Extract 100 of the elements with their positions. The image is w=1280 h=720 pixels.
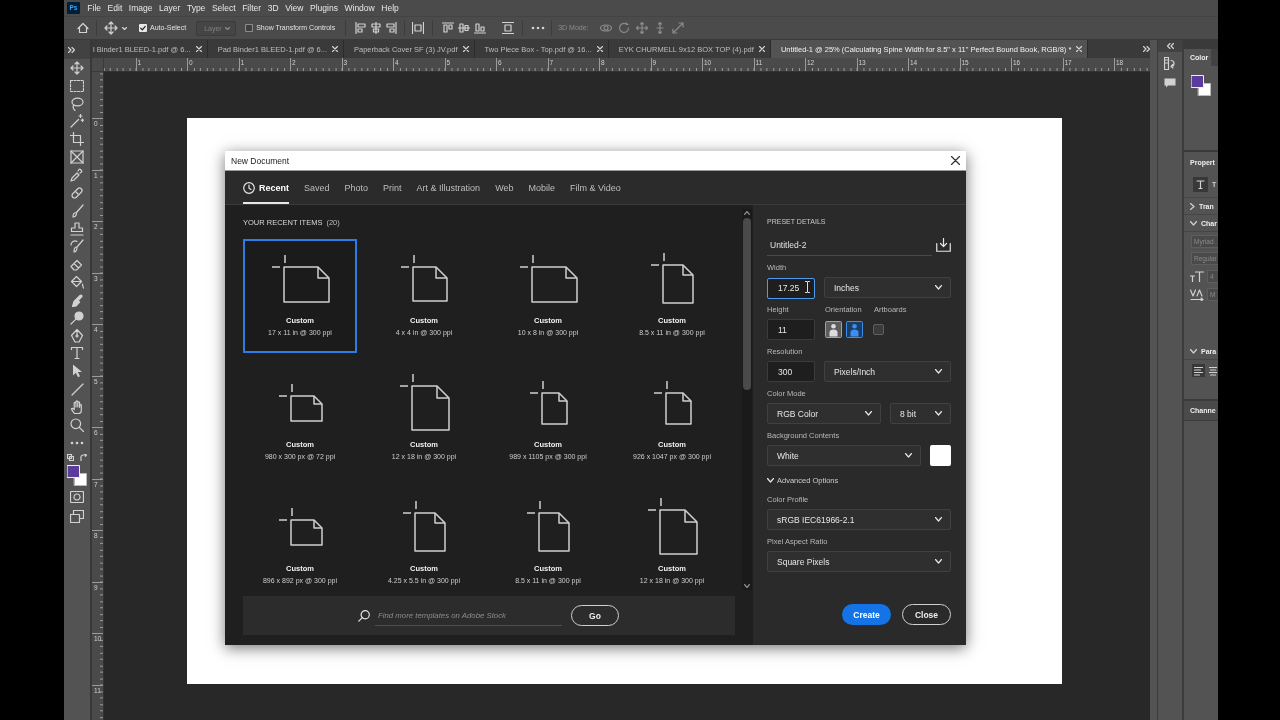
menu-item[interactable]: Edit bbox=[104, 1, 126, 15]
more-icon[interactable] bbox=[531, 26, 546, 30]
align-top-icon[interactable] bbox=[442, 22, 455, 34]
document-icon bbox=[518, 253, 578, 303]
magic-wand-icon[interactable] bbox=[70, 114, 84, 129]
bandage-icon[interactable] bbox=[70, 185, 84, 200]
bit-depth-dropdown[interactable]: 8 bit bbox=[890, 403, 951, 424]
distribute-icon[interactable] bbox=[502, 22, 515, 34]
stamp-icon[interactable] bbox=[70, 221, 84, 236]
screen-mode-icon[interactable] bbox=[70, 509, 84, 523]
background-dropdown[interactable]: White bbox=[767, 445, 921, 466]
chevron-up-icon[interactable] bbox=[744, 211, 750, 215]
chevron-down-icon bbox=[935, 285, 942, 290]
menu-item[interactable]: Type bbox=[183, 1, 209, 15]
paint-bucket-icon[interactable] bbox=[70, 275, 84, 290]
color-swatches-icon[interactable] bbox=[1191, 75, 1211, 96]
menu-item[interactable]: Layer bbox=[155, 1, 184, 15]
category-tab[interactable]: Mobile bbox=[528, 171, 555, 204]
name-field[interactable]: Untitled-2 bbox=[767, 234, 932, 256]
move-icon[interactable] bbox=[104, 21, 118, 35]
category-tab[interactable]: Art & Illustration bbox=[416, 171, 481, 204]
clock-icon bbox=[243, 181, 255, 194]
category-tab[interactable]: Film & Video bbox=[570, 171, 621, 204]
zoom-icon[interactable] bbox=[70, 417, 84, 432]
brush-icon[interactable] bbox=[70, 203, 84, 218]
orbit-icon[interactable] bbox=[599, 22, 612, 34]
menu-item[interactable]: Image bbox=[125, 1, 156, 15]
quick-mask-icon[interactable] bbox=[70, 491, 84, 504]
checkbox[interactable] bbox=[245, 24, 254, 32]
move-icon[interactable] bbox=[70, 60, 84, 75]
default-colors-icon[interactable] bbox=[67, 454, 74, 462]
menu-item[interactable]: Select bbox=[208, 1, 239, 15]
align-bottom-icon[interactable] bbox=[474, 22, 487, 34]
frame-icon[interactable] bbox=[70, 150, 84, 165]
pen-icon[interactable] bbox=[70, 328, 84, 343]
dialog-button[interactable]: Create bbox=[842, 604, 891, 625]
crop-icon[interactable] bbox=[70, 132, 84, 147]
color-mode-dropdown[interactable]: RGB Color bbox=[767, 403, 881, 424]
align-right-icon[interactable] bbox=[385, 22, 398, 34]
menu-item[interactable]: Help bbox=[378, 1, 403, 15]
aspect-ratio-dropdown[interactable]: Square Pixels bbox=[767, 551, 951, 572]
align-left-icon[interactable] bbox=[1192, 364, 1205, 377]
category-tab[interactable]: Photo bbox=[344, 171, 369, 204]
chevron-down-icon[interactable] bbox=[744, 584, 750, 588]
lasso-icon[interactable] bbox=[70, 96, 84, 111]
menu-item[interactable]: Window bbox=[341, 1, 378, 15]
home-icon[interactable] bbox=[77, 22, 89, 34]
caret-icon[interactable] bbox=[122, 26, 127, 30]
finger-icon[interactable] bbox=[70, 292, 84, 307]
color-swatches-icon[interactable] bbox=[67, 464, 87, 486]
resolution-field[interactable]: 300 bbox=[767, 361, 815, 382]
color-profile-dropdown[interactable]: sRGB IEC61966-2.1 bbox=[767, 509, 951, 530]
scroll-thumb[interactable] bbox=[743, 218, 751, 390]
align-left-icon[interactable] bbox=[355, 22, 368, 34]
hand-icon[interactable] bbox=[70, 399, 84, 414]
person-icon[interactable] bbox=[825, 321, 842, 338]
double-chevron-icon[interactable] bbox=[1143, 46, 1150, 52]
unit-dropdown[interactable]: Pixels/Inch bbox=[824, 361, 951, 382]
checkbox[interactable] bbox=[873, 324, 884, 335]
eyedropper-icon[interactable] bbox=[70, 168, 84, 182]
menu-item[interactable]: Filter bbox=[238, 1, 265, 15]
width-field[interactable]: 17.25 bbox=[767, 277, 815, 299]
distribute-icon[interactable] bbox=[412, 22, 425, 34]
dodge-icon[interactable] bbox=[70, 310, 84, 325]
category-tab[interactable]: Saved bbox=[304, 171, 330, 204]
scale-icon[interactable] bbox=[671, 22, 684, 34]
history-icon[interactable] bbox=[1164, 57, 1176, 70]
align-middle-icon[interactable] bbox=[458, 22, 471, 34]
chevron-down-icon bbox=[935, 411, 942, 416]
type-icon[interactable] bbox=[70, 346, 84, 361]
search-icon bbox=[358, 609, 370, 622]
eraser-icon[interactable] bbox=[70, 257, 84, 272]
more-icon[interactable] bbox=[70, 440, 84, 445]
menu-item[interactable]: View bbox=[281, 1, 307, 15]
history-brush-icon[interactable] bbox=[70, 239, 84, 254]
swatch-icon[interactable] bbox=[930, 445, 951, 466]
speech-bubble-icon[interactable] bbox=[1164, 78, 1176, 88]
unit-dropdown[interactable]: Inches bbox=[824, 277, 951, 298]
checkbox[interactable] bbox=[139, 24, 147, 32]
height-field[interactable]: 11 bbox=[767, 319, 815, 340]
person-icon[interactable] bbox=[846, 321, 863, 338]
download-icon[interactable] bbox=[936, 238, 951, 252]
align-center-icon[interactable] bbox=[370, 22, 383, 34]
type-icon[interactable] bbox=[1193, 177, 1208, 192]
swap-icon[interactable] bbox=[80, 454, 87, 462]
scrollbar[interactable] bbox=[742, 209, 752, 590]
pan-icon[interactable] bbox=[635, 22, 648, 34]
marquee-icon[interactable] bbox=[70, 79, 84, 92]
align-center-icon[interactable] bbox=[1209, 364, 1217, 377]
line-icon[interactable] bbox=[70, 382, 84, 396]
menu-item[interactable]: 3D bbox=[264, 1, 282, 15]
menu-item[interactable]: File bbox=[84, 1, 105, 15]
double-chevron-icon[interactable] bbox=[1166, 43, 1174, 49]
menu-item[interactable]: Plugins bbox=[306, 1, 342, 15]
arrow-icon[interactable] bbox=[71, 364, 83, 379]
rotate-icon[interactable] bbox=[617, 22, 630, 34]
category-tab[interactable]: Web bbox=[495, 171, 514, 204]
category-tab[interactable]: Print bbox=[383, 171, 402, 204]
close-icon[interactable] bbox=[951, 156, 960, 165]
double-chevron-icon[interactable] bbox=[68, 46, 75, 53]
